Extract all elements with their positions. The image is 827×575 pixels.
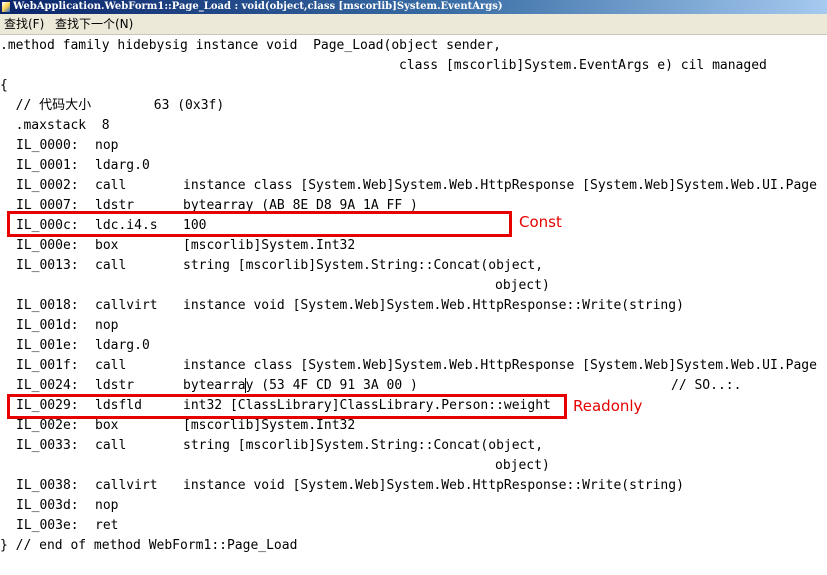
il-opcode: call <box>95 258 127 273</box>
il-offset-label: IL_003d: <box>16 498 79 513</box>
const-highlight-box <box>7 211 512 237</box>
il-offset-label: IL_0001: <box>16 158 79 173</box>
il-opcode: callvirt <box>95 478 158 493</box>
il-operand: instance class [System.Web]System.Web.Ht… <box>183 358 817 373</box>
il-offset-label: IL_0024: <box>16 378 79 393</box>
il-offset-label: IL_000e: <box>16 238 79 253</box>
il-code-view[interactable]: .method family hidebysig instance void P… <box>0 36 827 575</box>
il-instruction-line: IL_0002: call instance class [System.Web]S… <box>0 176 827 196</box>
il-opcode: call <box>95 438 127 453</box>
il-operand: bytearray (53 4F CD 91 3A 00 ) <box>183 378 418 393</box>
il-instruction-line: IL_0013: call string [mscorlib]System.Stri… <box>0 256 827 276</box>
il-opcode: callvirt <box>95 298 158 313</box>
il-offset-label: IL_0038: <box>16 478 79 493</box>
readonly-highlight-box <box>7 394 567 419</box>
il-opcode: call <box>95 178 127 193</box>
il-offset-label: IL_0002: <box>16 178 79 193</box>
il-opcode: ldarg.0 <box>95 158 150 173</box>
window-title: WebApplication.WebForm1::Page_Load : voi… <box>13 1 503 12</box>
code-size-comment: // 代码大小 63 (0x3f) <box>0 98 225 113</box>
il-instruction-line: object) <box>0 276 827 296</box>
method-signature-line: .method family hidebysig instance void P… <box>0 38 501 53</box>
il-opcode: ldarg.0 <box>95 338 150 353</box>
il-opcode: call <box>95 358 127 373</box>
il-instruction-line: IL_0000: nop <box>0 136 827 156</box>
il-instruction-line: IL_0038: callvirt instance void [System.We… <box>0 476 827 496</box>
end-of-method-line: } // end of method WebForm1::Page_Load <box>0 538 298 553</box>
text-caret <box>245 378 246 393</box>
il-opcode: nop <box>95 318 119 333</box>
il-offset-label: IL_001e: <box>16 338 79 353</box>
il-operand: [mscorlib]System.Int32 <box>183 238 356 253</box>
il-opcode: nop <box>95 498 119 513</box>
il-instruction-line: object) <box>0 456 827 476</box>
il-instruction-line: IL_001e: ldarg.0 <box>0 336 827 356</box>
il-instruction-line: IL_002e: box [mscorlib]System.Int32 <box>0 416 827 436</box>
il-offset-label: IL_002e: <box>16 418 79 433</box>
readonly-annotation: Readonly <box>573 397 643 415</box>
method-signature-continuation: class [mscorlib]System.EventArgs e) cil … <box>399 58 767 73</box>
il-offset-label: IL_0000: <box>16 138 79 153</box>
il-operand: string [mscorlib]System.String::Concat(o… <box>183 438 544 453</box>
il-instruction-line: IL_001d: nop <box>0 316 827 336</box>
il-offset-label: IL_001f: <box>16 358 79 373</box>
il-opcode: ret <box>95 518 119 533</box>
il-operand: [mscorlib]System.Int32 <box>183 418 356 433</box>
il-opcode: box <box>95 238 119 253</box>
window-titlebar[interactable]: WebApplication.WebForm1::Page_Load : voi… <box>0 0 827 14</box>
il-instruction-line: IL_0018: callvirt instance void [System.We… <box>0 296 827 316</box>
menubar: 查找(F) 查找下一个(N) <box>0 14 827 35</box>
maxstack-line: .maxstack 8 <box>0 118 110 133</box>
il-offset-label: IL_001d: <box>16 318 79 333</box>
il-operand: instance class [System.Web]System.Web.Ht… <box>183 178 817 193</box>
const-annotation: Const <box>519 213 562 231</box>
menu-item-find-next[interactable]: 查找下一个(N) <box>53 14 135 34</box>
il-offset-label: IL_003e: <box>16 518 79 533</box>
il-operand-continuation: object) <box>495 458 550 473</box>
il-offset-label: IL_0033: <box>16 438 79 453</box>
il-opcode: box <box>95 418 119 433</box>
open-brace: { <box>0 78 8 93</box>
app-icon <box>2 2 10 12</box>
il-operand-continuation: object) <box>495 278 550 293</box>
il-instruction-line: IL_0001: ldarg.0 <box>0 156 827 176</box>
il-instruction-line: IL_000e: box [mscorlib]System.Int32 <box>0 236 827 256</box>
il-inline-comment: // SO..:. <box>671 378 742 393</box>
il-instruction-line: IL_003d: nop <box>0 496 827 516</box>
il-operand: instance void [System.Web]System.Web.Htt… <box>183 478 684 493</box>
il-operand: string [mscorlib]System.String::Concat(o… <box>183 258 544 273</box>
il-offset-label: IL_0018: <box>16 298 79 313</box>
il-instruction-line: IL_0024: ldstr bytearray (53 4F CD 91 3A 0… <box>0 376 827 396</box>
il-instruction-line: IL_001f: call instance class [System.Web]S… <box>0 356 827 376</box>
il-operand: instance void [System.Web]System.Web.Htt… <box>183 298 684 313</box>
menu-item-find[interactable]: 查找(F) <box>2 14 46 34</box>
il-instruction-line: IL_0033: call string [mscorlib]System.Stri… <box>0 436 827 456</box>
il-instruction-line: IL_003e: ret <box>0 516 827 536</box>
il-opcode: nop <box>95 138 119 153</box>
il-offset-label: IL_0013: <box>16 258 79 273</box>
il-opcode: ldstr <box>95 378 135 393</box>
